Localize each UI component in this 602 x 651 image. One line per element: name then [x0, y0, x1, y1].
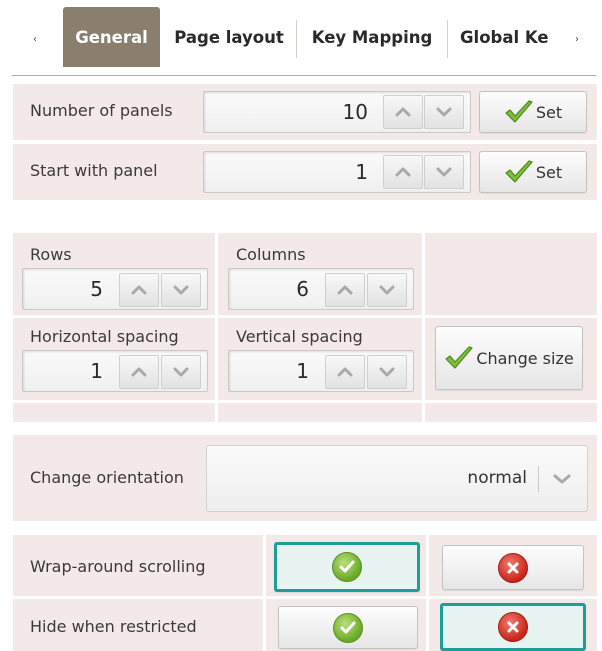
orientation-value: normal [467, 468, 527, 488]
empty-cell [425, 233, 597, 315]
grid-footer-cell [218, 403, 422, 422]
orientation-select[interactable]: normal [206, 445, 588, 512]
tab-global-keys[interactable]: Global Ke [448, 7, 566, 67]
tab-key-mapping-label: Key Mapping [311, 27, 433, 47]
tab-general[interactable]: General [63, 7, 160, 67]
chevron-up-icon [337, 285, 353, 295]
rows-increment-button[interactable] [119, 273, 159, 307]
change-size-button[interactable]: Change size [435, 326, 583, 390]
set-button-label: Set [535, 162, 563, 182]
change-size-label: Change size [476, 348, 574, 368]
start-with-panel-decrement-button[interactable] [424, 155, 464, 189]
checkmark-icon [505, 160, 533, 183]
start-with-panel-increment-button[interactable] [383, 155, 423, 189]
hide-restricted-no-button[interactable] [440, 603, 586, 651]
horizontal-spacing-decrement-button[interactable] [161, 355, 201, 389]
change-orientation-label: Change orientation [30, 468, 184, 487]
set-number-of-panels-button[interactable]: Set [479, 91, 587, 133]
horizontal-spacing-increment-button[interactable] [119, 355, 159, 389]
tab-key-mapping[interactable]: Key Mapping [298, 7, 446, 67]
chevron-up-icon [131, 367, 147, 377]
rows-decrement-button[interactable] [161, 273, 201, 307]
wrap-around-yes-button[interactable] [274, 542, 420, 592]
vertical-spacing-label: Vertical spacing [236, 327, 363, 346]
horizontal-spacing-value: 1 [90, 359, 103, 383]
number-of-panels-label: Number of panels [30, 101, 173, 120]
chevron-down-icon [379, 285, 395, 295]
hide-restricted-yes-button[interactable] [278, 606, 418, 649]
tab-divider [296, 20, 297, 58]
number-of-panels-increment-button[interactable] [383, 95, 423, 129]
vertical-spacing-decrement-button[interactable] [367, 355, 407, 389]
vertical-spacing-value: 1 [296, 359, 309, 383]
rows-label: Rows [30, 245, 72, 264]
chevron-up-icon [395, 167, 411, 177]
checkmark-icon [505, 100, 533, 123]
tab-underline [12, 75, 596, 76]
set-button-label: Set [535, 102, 563, 122]
chevron-down-icon [379, 367, 395, 377]
columns-decrement-button[interactable] [367, 273, 407, 307]
columns-value: 6 [296, 277, 309, 301]
chevron-down-icon [173, 285, 189, 295]
checkmark-icon [445, 346, 473, 369]
tab-page-layout[interactable]: Page layout [163, 7, 295, 67]
rows-value: 5 [90, 277, 103, 301]
set-start-panel-button[interactable]: Set [479, 151, 587, 193]
chevron-up-icon [131, 285, 147, 295]
chevron-up-icon [395, 107, 411, 117]
close-circle-icon [498, 552, 528, 583]
vertical-spacing-increment-button[interactable] [325, 355, 365, 389]
columns-label: Columns [236, 245, 306, 264]
chevron-down-icon [436, 167, 452, 177]
grid-footer-cell [13, 403, 215, 422]
chevron-up-icon [337, 367, 353, 377]
tab-page-layout-label: Page layout [174, 27, 284, 47]
horizontal-spacing-label: Horizontal spacing [30, 327, 179, 346]
number-of-panels-value: 10 [342, 100, 368, 124]
tab-general-label: General [75, 27, 148, 47]
close-circle-icon [498, 612, 528, 642]
start-with-panel-label: Start with panel [30, 161, 158, 180]
columns-increment-button[interactable] [325, 273, 365, 307]
tab-global-keys-label: Global Ke [460, 27, 549, 47]
checkmark-circle-icon [333, 612, 363, 643]
tab-scroll-right-icon[interactable]: › [575, 34, 579, 45]
chevron-down-icon [436, 107, 452, 117]
grid-footer-cell [425, 403, 597, 422]
wrap-around-label: Wrap-around scrolling [30, 557, 206, 576]
chevron-down-icon [553, 474, 571, 484]
checkmark-circle-icon [332, 552, 362, 582]
number-of-panels-decrement-button[interactable] [424, 95, 464, 129]
start-with-panel-value: 1 [355, 160, 368, 184]
hide-restricted-label: Hide when restricted [30, 617, 197, 636]
tab-scroll-left-icon[interactable]: ‹ [33, 34, 37, 45]
select-divider [538, 466, 539, 492]
chevron-down-icon [173, 367, 189, 377]
wrap-around-no-button[interactable] [442, 545, 584, 590]
